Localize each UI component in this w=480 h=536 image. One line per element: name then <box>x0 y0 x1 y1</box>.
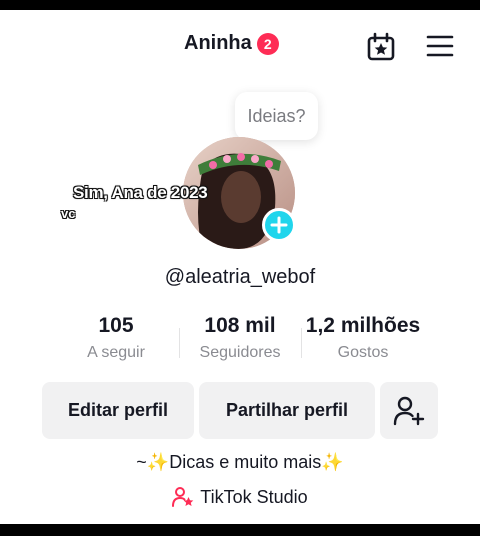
stat-label: Seguidores <box>199 344 281 361</box>
add-friend-button[interactable] <box>380 382 438 439</box>
stat-label: Gostos <box>337 344 389 361</box>
stat-following[interactable]: 105 A seguir <box>66 314 166 362</box>
stat-value: 1,2 milhões <box>305 314 421 337</box>
tiktok-studio-link[interactable]: TikTok Studio <box>0 486 480 508</box>
stat-label: A seguir <box>87 344 145 361</box>
plus-icon <box>270 216 288 234</box>
stat-followers[interactable]: 108 mil Seguidores <box>180 314 300 362</box>
add-photo-button[interactable] <box>262 208 296 242</box>
calendar-star-icon[interactable] <box>366 32 396 62</box>
hamburger-menu-icon[interactable] <box>426 34 454 58</box>
add-user-icon <box>393 396 425 425</box>
tiktok-studio-icon <box>172 487 194 507</box>
ideas-bubble[interactable]: Ideias? <box>235 92 318 140</box>
bio-text: ~✨Dicas e muito mais✨ <box>136 452 344 472</box>
stat-likes[interactable]: 1,2 milhões Gostos <box>298 314 428 362</box>
notification-badge: 2 <box>256 32 279 55</box>
header: Aninha 2 <box>0 10 480 80</box>
profile-screen: Aninha 2 Ideias? Sim, Ana de 2023 vc @al… <box>0 10 480 524</box>
edit-profile-button[interactable]: Editar perfil <box>42 382 194 439</box>
stat-value: 108 mil <box>204 314 276 337</box>
stat-value: 105 <box>98 314 134 337</box>
studio-label: TikTok Studio <box>200 486 308 507</box>
overlay-caption-2: vc <box>61 206 76 221</box>
username[interactable]: @aleatria_webof <box>0 266 480 289</box>
page-title: Aninha <box>184 32 252 54</box>
account-switcher[interactable]: Aninha 2 <box>184 32 279 55</box>
overlay-caption: Sim, Ana de 2023 <box>73 183 208 202</box>
share-profile-button[interactable]: Partilhar perfil <box>199 382 375 439</box>
